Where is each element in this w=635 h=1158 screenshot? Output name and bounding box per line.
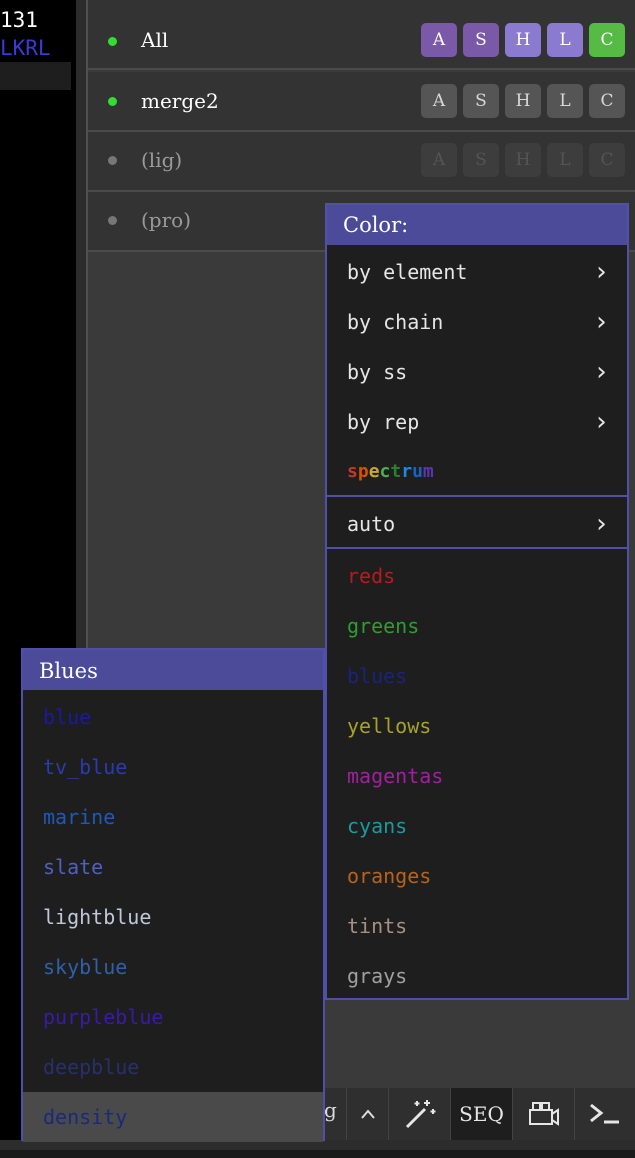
chevron-right-icon: › <box>593 357 609 387</box>
menu-item-by-chain[interactable]: by chain › <box>327 297 627 347</box>
action-button-l[interactable]: L <box>547 23 583 57</box>
blues-submenu: Blues blue tv_blue marine slate lightblue sky… <box>21 648 325 1142</box>
menu-item-marine[interactable]: marine <box>23 792 323 842</box>
chevron-right-icon: › <box>593 257 609 287</box>
menu-item-density[interactable]: density <box>23 1092 323 1142</box>
menu-separator <box>327 495 627 497</box>
action-button-s[interactable]: S <box>463 23 499 57</box>
seq-button[interactable]: SEQ <box>450 1088 512 1140</box>
menu-separator <box>327 547 627 549</box>
action-button-h[interactable]: H <box>505 143 541 177</box>
menu-item-lightblue[interactable]: lightblue <box>23 892 323 942</box>
color-menu-title: Color: <box>327 205 627 245</box>
action-button-c[interactable]: C <box>589 23 625 57</box>
action-button-group: ASHLC <box>421 84 625 118</box>
object-name[interactable]: (pro) <box>141 208 191 232</box>
menu-item-deepblue[interactable]: deepblue <box>23 1042 323 1092</box>
chevron-up-icon[interactable] <box>346 1088 388 1140</box>
bottom-edge <box>0 1150 635 1158</box>
action-button-group: ASHLC <box>421 143 625 177</box>
action-button-c[interactable]: C <box>589 84 625 118</box>
menu-item-magentas[interactable]: magentas <box>327 751 627 801</box>
sequence-scroll-bar[interactable] <box>0 62 71 90</box>
menu-item-by-rep[interactable]: by rep › <box>327 397 627 447</box>
action-button-s[interactable]: S <box>463 143 499 177</box>
action-button-c[interactable]: C <box>589 143 625 177</box>
menu-item-label: by element <box>347 260 468 284</box>
object-name[interactable]: All <box>141 28 168 52</box>
bottom-toolbar: g SEQ <box>324 1088 635 1140</box>
menu-item-yellows[interactable]: yellows <box>327 701 627 751</box>
action-button-l[interactable]: L <box>547 143 583 177</box>
menu-item-greens[interactable]: greens <box>327 601 627 651</box>
disabled-dot[interactable] <box>108 216 117 225</box>
action-button-s[interactable]: S <box>463 84 499 118</box>
object-name[interactable]: (lig) <box>141 148 182 172</box>
action-button-group: ASHLC <box>421 23 625 57</box>
action-button-a[interactable]: A <box>421 84 457 118</box>
disabled-dot[interactable] <box>108 156 117 165</box>
chevron-right-icon: › <box>593 307 609 337</box>
menu-item-tints[interactable]: tints <box>327 901 627 951</box>
blues-submenu-title: Blues <box>23 650 323 690</box>
menu-item-grays[interactable]: grays <box>327 951 627 1001</box>
chevron-right-icon: › <box>593 407 609 437</box>
action-button-h[interactable]: H <box>505 23 541 57</box>
movie-camera-icon[interactable] <box>512 1088 574 1140</box>
menu-item-blue[interactable]: blue <box>23 692 323 742</box>
terminal-icon[interactable] <box>574 1088 635 1140</box>
menu-item-auto[interactable]: auto › <box>327 499 627 549</box>
menu-item-label: by rep <box>347 410 420 434</box>
action-button-l[interactable]: L <box>547 84 583 118</box>
action-button-a[interactable]: A <box>421 23 457 57</box>
sequence-residue-number: 131 <box>0 8 38 32</box>
object-row-all[interactable]: All ASHLC <box>88 10 635 70</box>
color-menu: Color: by element › by chain › by ss › b… <box>325 203 629 1000</box>
menu-item-purpleblue[interactable]: purpleblue <box>23 992 323 1042</box>
menu-item-spectrum[interactable]: spectrum <box>327 447 627 497</box>
enabled-dot[interactable] <box>108 37 117 46</box>
action-button-a[interactable]: A <box>421 143 457 177</box>
menu-item-oranges[interactable]: oranges <box>327 851 627 901</box>
object-name[interactable]: merge2 <box>141 89 219 113</box>
menu-item-slate[interactable]: slate <box>23 842 323 892</box>
menu-item-label: by ss <box>347 360 408 384</box>
menu-item-by-element[interactable]: by element › <box>327 247 627 297</box>
menu-item-blues[interactable]: blues <box>327 651 627 701</box>
menu-item-tv-blue[interactable]: tv_blue <box>23 742 323 792</box>
menu-item-cyans[interactable]: cyans <box>327 801 627 851</box>
enabled-dot[interactable] <box>108 97 117 106</box>
chevron-right-icon: › <box>593 509 609 539</box>
menu-item-label: by chain <box>347 310 444 334</box>
menu-item-reds[interactable]: reds <box>327 551 627 601</box>
action-button-h[interactable]: H <box>505 84 541 118</box>
spectrum-label: spectrum <box>347 461 434 482</box>
toolbar-partial-label: g <box>324 1098 337 1122</box>
menu-item-skyblue[interactable]: skyblue <box>23 942 323 992</box>
object-row-merge2[interactable]: merge2 ASHLC <box>88 72 635 132</box>
object-row-lig[interactable]: (lig) ASHLC <box>88 132 635 192</box>
magic-wand-icon[interactable] <box>388 1088 450 1140</box>
menu-item-label: auto <box>347 512 396 536</box>
panel-top-edge <box>88 0 635 10</box>
menu-item-by-ss[interactable]: by ss › <box>327 347 627 397</box>
sequence-residues[interactable]: LKRL <box>0 36 51 60</box>
